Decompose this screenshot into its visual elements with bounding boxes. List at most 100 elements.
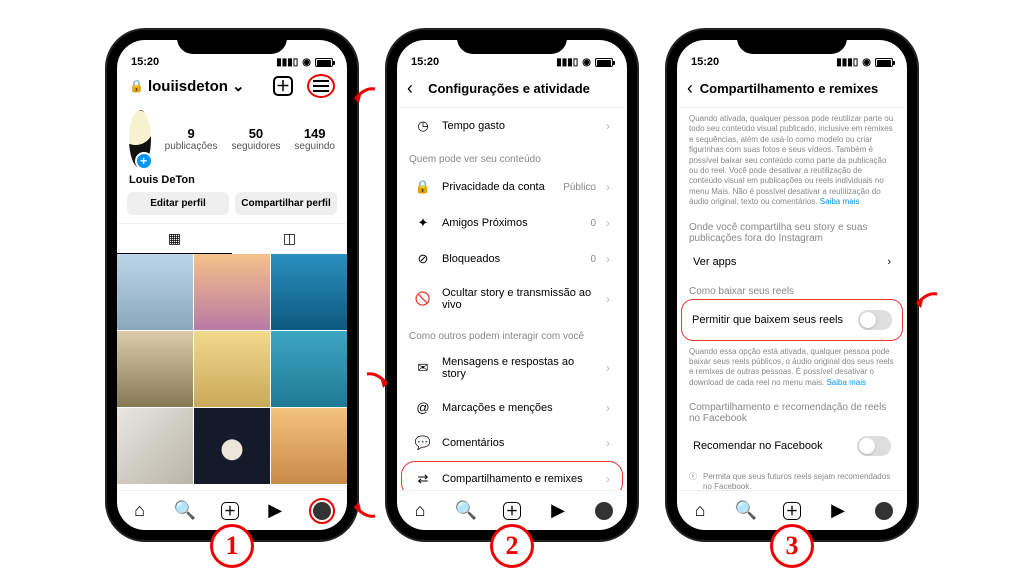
status-time: 15:20: [691, 56, 719, 68]
nav-reels[interactable]: ▶: [827, 500, 849, 522]
edit-profile-button[interactable]: Editar perfil: [127, 192, 229, 215]
stat-followers[interactable]: 50seguidores: [231, 126, 280, 152]
phone-frame-3: 15:20 ▮▮▮▯ ◉ ‹ Compartilhamento e remixe…: [667, 30, 917, 540]
post-thumb[interactable]: [271, 408, 347, 484]
post-thumb[interactable]: [117, 408, 193, 484]
nav-profile[interactable]: [593, 500, 615, 522]
tab-tagged[interactable]: ◫: [232, 224, 347, 254]
row-recommend-fb[interactable]: Recomendar no Facebook: [681, 426, 903, 466]
post-thumb[interactable]: [117, 331, 193, 407]
phone-frame-1: 15:20 ▮▮▮▯ ◉ 🔒 louiisdeton ⌄ ＋: [107, 30, 357, 540]
post-thumb[interactable]: [271, 331, 347, 407]
chevron-down-icon: ⌄: [232, 77, 245, 95]
section-label: Onde você compartilha seu story e suas p…: [677, 214, 907, 246]
chevron-right-icon: ›: [606, 180, 610, 194]
post-thumb[interactable]: [194, 331, 270, 407]
row-messages[interactable]: ✉ Mensagens e respostas ao story ›: [401, 346, 623, 390]
signal-icon: ▮▮▮▯: [836, 57, 858, 68]
nav-home[interactable]: ⌂: [409, 500, 431, 522]
download-description: Quando essa opção está ativada, qualquer…: [677, 341, 907, 395]
nav-profile[interactable]: [309, 498, 335, 524]
nav-search[interactable]: 🔍: [735, 500, 757, 522]
post-thumb[interactable]: [194, 408, 270, 484]
chevron-right-icon: ›: [606, 361, 610, 375]
tab-grid[interactable]: ▦: [117, 224, 232, 254]
profile-icon: [595, 502, 613, 520]
chevron-right-icon: ›: [606, 252, 610, 266]
chevron-right-icon: ›: [606, 292, 610, 306]
nav-home[interactable]: ⌂: [689, 500, 711, 522]
step-badge-2: 2: [490, 524, 534, 568]
stat-following[interactable]: 149seguindo: [294, 126, 335, 152]
chevron-right-icon: ›: [606, 401, 610, 415]
username-text: louiisdeton: [148, 78, 228, 95]
share-icon: ⇄: [414, 471, 432, 487]
step-badge-3: 3: [770, 524, 814, 568]
page-title: Configurações e atividade: [401, 81, 617, 96]
add-story-icon[interactable]: +: [135, 152, 153, 170]
row-comments[interactable]: 💬 Comentários ›: [401, 425, 623, 461]
share-profile-button[interactable]: Compartilhar perfil: [235, 192, 337, 215]
nav-home[interactable]: ⌂: [129, 500, 151, 522]
hamburger-icon: [313, 80, 329, 92]
comment-icon: 💬: [414, 435, 432, 451]
stat-posts[interactable]: 9publicações: [165, 126, 218, 152]
nav-reels[interactable]: ▶: [547, 500, 569, 522]
row-close-friends[interactable]: ✦ Amigos Próximos 0 ›: [401, 205, 623, 241]
message-icon: ✉: [414, 360, 432, 376]
learn-more-link[interactable]: Saiba mais: [820, 197, 860, 206]
toggle-allow-download[interactable]: [858, 310, 892, 330]
wifi-icon: ◉: [862, 57, 871, 68]
star-icon: ✦: [414, 215, 432, 231]
battery-icon: [595, 58, 613, 67]
chevron-right-icon: ›: [606, 436, 610, 450]
clock-icon: ◷: [414, 118, 432, 134]
row-allow-download[interactable]: Permitir que baixem seus reels: [681, 299, 903, 341]
toggle-recommend-fb[interactable]: [857, 436, 891, 456]
create-post-button[interactable]: ＋: [273, 76, 293, 96]
post-thumb[interactable]: [117, 254, 193, 330]
post-thumb[interactable]: [194, 254, 270, 330]
nav-reels[interactable]: ▶: [264, 500, 286, 522]
nav-create[interactable]: ＋: [501, 500, 523, 522]
nav-search[interactable]: 🔍: [455, 500, 477, 522]
learn-more-link[interactable]: Saiba mais: [826, 378, 866, 387]
page-title: Compartilhamento e remixes: [681, 81, 897, 96]
section-label: Como baixar seus reels: [677, 278, 907, 299]
wifi-icon: ◉: [302, 57, 311, 68]
row-time-spent[interactable]: ◷ Tempo gasto ›: [401, 108, 623, 144]
nav-profile[interactable]: [873, 500, 895, 522]
fb-footer: ⓕ Permita que seus futuros reels sejam r…: [677, 466, 907, 490]
battery-icon: [315, 58, 333, 67]
section-label: Quem pode ver seu conteúdo: [397, 144, 627, 169]
intro-description: Quando ativada, qualquer pessoa pode reu…: [677, 108, 907, 214]
lock-icon: 🔒: [414, 179, 432, 195]
row-sharing-remixes[interactable]: ⇄ Compartilhamento e remixes ›: [401, 461, 623, 490]
row-privacy[interactable]: 🔒 Privacidade da conta Público ›: [401, 169, 623, 205]
wifi-icon: ◉: [582, 57, 591, 68]
display-name: Louis DeTon: [117, 174, 347, 192]
tag-icon: @: [414, 400, 432, 415]
status-time: 15:20: [131, 56, 159, 68]
row-blocked[interactable]: ⊘ Bloqueados 0 ›: [401, 241, 623, 277]
notch: [177, 30, 287, 54]
step-badge-1: 1: [210, 524, 254, 568]
username-dropdown[interactable]: 🔒 louiisdeton ⌄: [129, 77, 245, 95]
phone-frame-2: 15:20 ▮▮▮▯ ◉ ‹ Configurações e atividade…: [387, 30, 637, 540]
section-label: Como outros podem interagir com você: [397, 321, 627, 346]
avatar[interactable]: +: [129, 110, 151, 168]
row-tags[interactable]: @ Marcações e menções ›: [401, 390, 623, 425]
battery-icon: [875, 58, 893, 67]
row-hide-story[interactable]: 🚫 Ocultar story e transmissão ao vivo ›: [401, 277, 623, 321]
nav-create[interactable]: ＋: [219, 500, 241, 522]
post-thumb[interactable]: [271, 254, 347, 330]
status-time: 15:20: [411, 56, 439, 68]
menu-button[interactable]: [307, 74, 335, 98]
nav-search[interactable]: 🔍: [174, 500, 196, 522]
lock-icon: 🔒: [129, 79, 144, 93]
nav-create[interactable]: ＋: [781, 500, 803, 522]
section-label: Compartilhamento e recomendação de reels…: [677, 394, 907, 426]
post-grid: [117, 254, 347, 484]
row-ver-apps[interactable]: Ver apps ›: [681, 246, 903, 278]
signal-icon: ▮▮▮▯: [556, 57, 578, 68]
